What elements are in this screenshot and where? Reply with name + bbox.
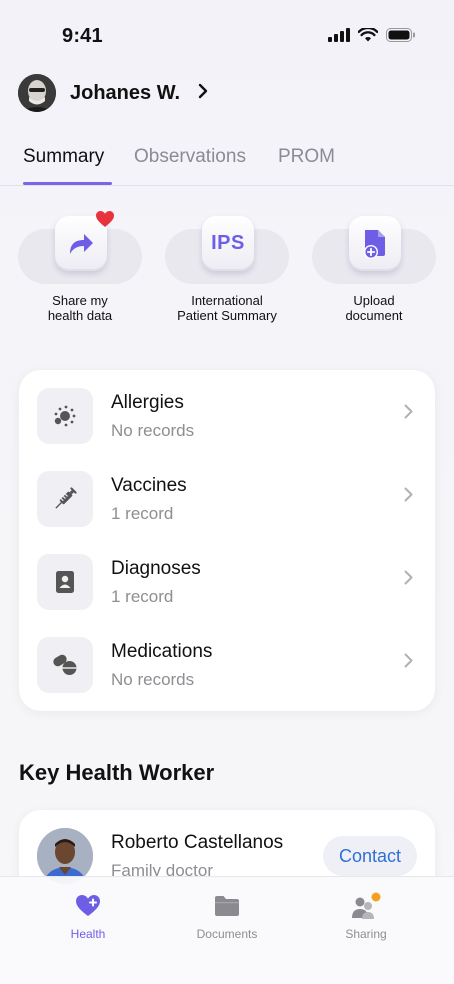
allergy-icon <box>37 388 93 444</box>
diagnosis-icon <box>37 554 93 610</box>
record-row-vaccines[interactable]: Vaccines 1 record <box>19 453 435 536</box>
bottom-tab-bar: Health Documents Sharing <box>0 876 454 984</box>
tabbar-label: Sharing <box>345 927 387 941</box>
record-title: Diagnoses <box>111 558 201 579</box>
tabbar-item-sharing[interactable]: Sharing <box>311 891 421 941</box>
upload-document-icon <box>349 216 401 271</box>
record-title: Allergies <box>111 392 184 413</box>
pill-icon <box>37 637 93 693</box>
section-title-key-health-worker: Key Health Worker <box>19 760 215 785</box>
chevron-right-icon <box>404 653 413 673</box>
avatar <box>18 74 56 112</box>
health-heart-icon <box>33 891 143 921</box>
active-tab-indicator <box>23 182 112 185</box>
quick-action-label: Upload document <box>345 293 403 323</box>
sharing-people-icon <box>311 891 421 921</box>
folder-icon <box>172 891 282 921</box>
chevron-right-icon <box>404 404 413 424</box>
wifi-icon <box>358 28 378 42</box>
health-worker-name: Roberto Castellanos <box>111 832 284 853</box>
tab-prom[interactable]: PROM <box>278 146 335 168</box>
cellular-signal-icon <box>328 28 350 42</box>
heart-badge-icon <box>95 210 115 233</box>
share-arrow-icon <box>55 211 114 271</box>
record-row-allergies[interactable]: Allergies No records <box>19 370 435 453</box>
tabbar-label: Health <box>70 927 106 941</box>
tab-observations[interactable]: Observations <box>134 146 246 168</box>
record-subtitle: No records <box>111 421 195 440</box>
chevron-right-icon <box>404 570 413 590</box>
status-time: 9:41 <box>62 25 103 47</box>
tabbar-item-health[interactable]: Health <box>33 891 143 941</box>
record-subtitle: 1 record <box>111 504 174 523</box>
record-title: Vaccines <box>111 475 187 496</box>
notification-dot <box>371 892 381 902</box>
record-row-medications[interactable]: Medications No records <box>19 619 435 702</box>
chevron-right-icon <box>404 487 413 507</box>
health-records-card: Allergies No records Vaccines 1 record D… <box>19 370 435 711</box>
segment-tabs: Summary Observations PROM <box>0 138 454 186</box>
profile-switcher[interactable]: Johanes W. <box>18 74 208 112</box>
quick-action-label: International Patient Summary <box>177 293 277 323</box>
status-bar: 9:41 <box>0 0 454 70</box>
quick-action-label: Share my health data <box>47 293 113 323</box>
contact-button[interactable]: Contact <box>322 836 417 876</box>
record-row-diagnoses[interactable]: Diagnoses 1 record <box>19 536 435 619</box>
status-icons <box>328 28 416 42</box>
ips-icon: IPS <box>202 216 254 271</box>
tabbar-label: Documents <box>196 927 258 941</box>
upload-document-button[interactable]: Upload document <box>312 212 436 332</box>
tabbar-item-documents[interactable]: Documents <box>172 891 282 941</box>
syringe-icon <box>37 471 93 527</box>
international-patient-summary-button[interactable]: IPS International Patient Summary <box>165 212 289 332</box>
record-subtitle: No records <box>111 670 195 689</box>
quick-actions: Share my health data IPS International P… <box>0 211 454 332</box>
tab-summary[interactable]: Summary <box>23 146 104 168</box>
chevron-right-icon <box>198 83 208 104</box>
record-subtitle: 1 record <box>111 587 174 606</box>
battery-icon <box>386 28 415 42</box>
share-health-data-button[interactable]: Share my health data <box>18 211 142 332</box>
profile-name: Johanes W. <box>70 81 181 104</box>
record-title: Medications <box>111 641 213 662</box>
